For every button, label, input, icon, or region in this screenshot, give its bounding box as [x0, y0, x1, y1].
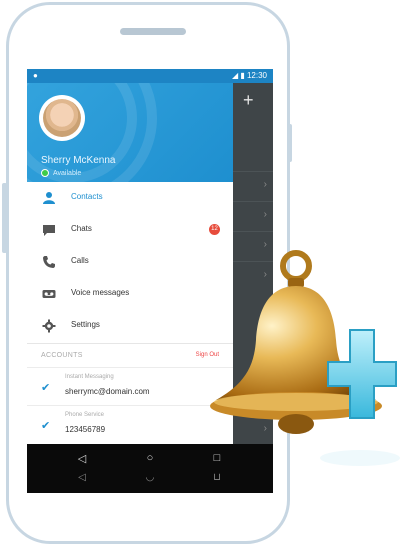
gear-icon [41, 319, 57, 333]
unread-badge: 12 [209, 224, 220, 235]
list-item[interactable]: › [233, 201, 273, 231]
back-reflection-icon: ◁ [78, 472, 86, 483]
avatar[interactable] [39, 95, 85, 141]
presence-status[interactable]: Available [41, 169, 81, 178]
user-name: Sherry McKenna [41, 155, 116, 166]
chevron-right-icon: › [263, 179, 267, 190]
status-bar: ● ◢ ▮ 12:30 [27, 69, 273, 83]
signal-icon: ◢ [231, 71, 239, 80]
chat-icon [41, 223, 57, 237]
presence-dot-icon [41, 169, 49, 177]
account-type: Phone Service [65, 412, 105, 418]
person-icon [41, 191, 57, 205]
clock: 12:30 [246, 71, 267, 80]
menu-item-contacts[interactable]: Contacts [27, 182, 233, 214]
phone-icon [41, 255, 57, 269]
list-item[interactable]: › [233, 171, 273, 201]
checkmark-icon: ✔ [41, 382, 51, 394]
speaker-slot [120, 28, 186, 35]
power-button [287, 124, 292, 162]
battery-icon: ▮ [240, 71, 245, 80]
checkmark-icon: ✔ [41, 420, 51, 432]
bell-add-icon [210, 250, 400, 466]
menu-item-chats[interactable]: Chats 12 [27, 214, 233, 246]
chevron-right-icon: › [263, 209, 267, 220]
accounts-title: ACCOUNTS [41, 352, 83, 359]
home-icon[interactable]: ○ [140, 452, 160, 464]
profile-header: Sherry McKenna Available [27, 83, 233, 182]
chevron-right-icon: › [263, 239, 267, 250]
volume-button [2, 183, 7, 253]
account-value: sherrymc@domain.com [65, 387, 150, 396]
back-icon[interactable]: ◁ [72, 452, 92, 465]
account-type: Instant Messaging [65, 374, 114, 380]
add-icon[interactable]: + [243, 91, 254, 109]
app-notification-icon: ● [33, 71, 38, 80]
voicemail-icon [41, 287, 57, 301]
account-value: 123456789 [65, 425, 106, 434]
home-reflection-icon: ◡ [145, 472, 155, 483]
